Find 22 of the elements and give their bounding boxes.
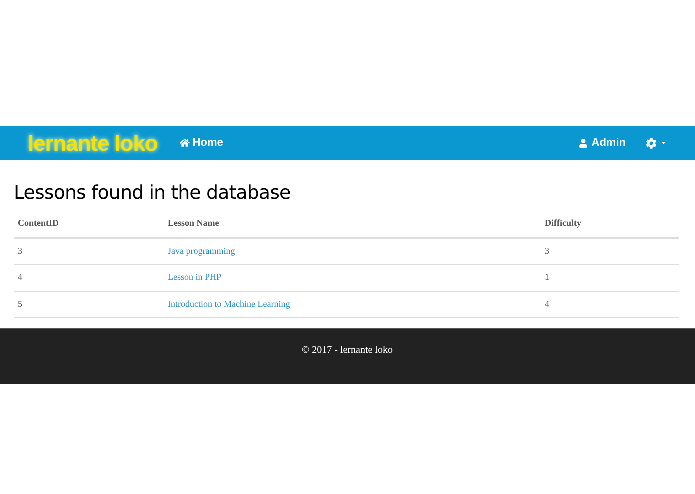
table-cell: 1 — [541, 264, 679, 291]
column-header: Difficulty — [541, 211, 679, 238]
caret-icon — [661, 140, 667, 146]
settings-dropdown[interactable] — [646, 138, 667, 148]
column-header: Lesson Name — [164, 211, 541, 238]
column-header: ContentID — [14, 211, 164, 238]
table-cell: 5 — [14, 291, 164, 318]
lesson-link[interactable]: Introduction to Machine Learning — [168, 298, 290, 308]
footer-text: © 2017 - lernante loko — [302, 344, 393, 358]
lesson-link[interactable]: Lesson in PHP — [168, 272, 222, 282]
brand-logo[interactable]: lernante loko — [28, 126, 158, 160]
settings-icon — [646, 138, 657, 148]
nav-link[interactable]: Home — [180, 134, 224, 152]
nav-link[interactable]: Admin — [578, 134, 626, 152]
table-cell: 3 — [14, 238, 164, 264]
table-cell: 4 — [541, 291, 679, 318]
user-icon — [578, 138, 588, 148]
table-cell: 4 — [14, 264, 164, 291]
home-icon — [180, 138, 190, 148]
page-heading: Lessons found in the database — [14, 184, 292, 203]
lesson-link[interactable]: Java programming — [168, 246, 236, 256]
table-cell: 3 — [541, 238, 679, 264]
